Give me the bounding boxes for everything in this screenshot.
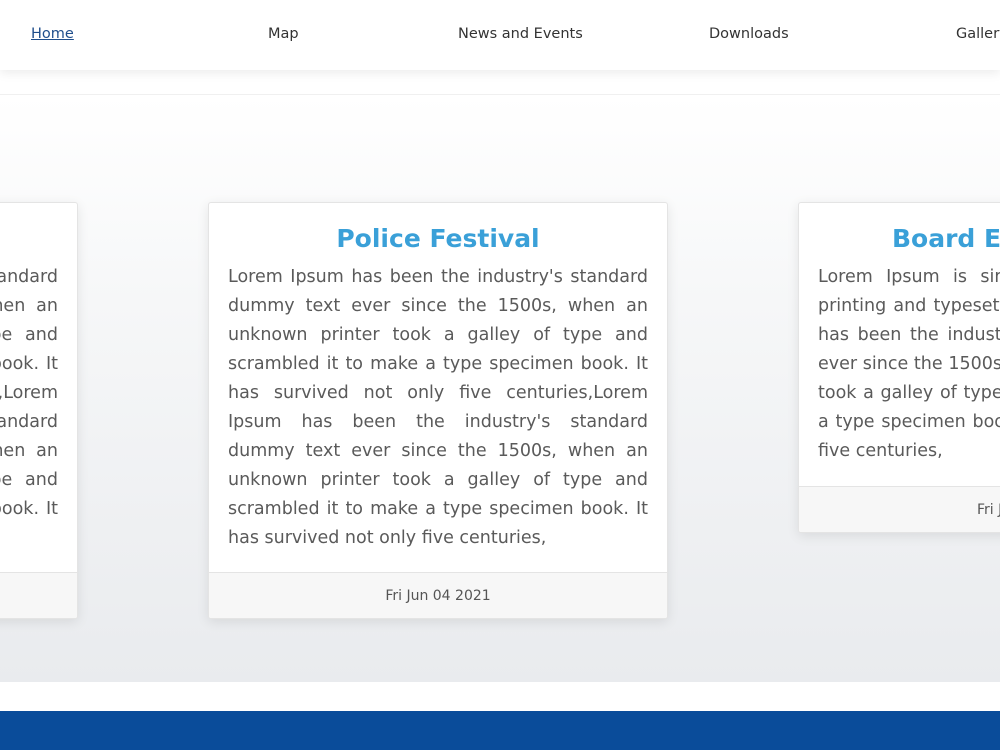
site-footer [0, 711, 1000, 750]
news-carousel: Lorem Ipsum has been the industry's stan… [0, 95, 1000, 682]
news-card-body: Lorem Ipsum has been the industry's stan… [228, 267, 648, 548]
top-navigation: Home Map News and Events Downloads Galle… [0, 0, 1000, 70]
nav-link-home[interactable]: Home [31, 26, 74, 42]
nav-link-news-and-events[interactable]: News and Events [458, 26, 583, 42]
nav-link-downloads[interactable]: Downloads [709, 26, 789, 42]
news-card-body: Lorem Ipsum is simply dummy text of the … [818, 267, 1000, 461]
news-card-title: Board Exa [892, 224, 1000, 253]
news-card-left[interactable]: Lorem Ipsum has been the industry's stan… [0, 202, 78, 619]
news-card-police-festival[interactable]: Police Festival Lorem Ipsum has been the… [208, 202, 668, 619]
news-card-date [0, 572, 77, 618]
nav-link-map[interactable]: Map [268, 26, 299, 42]
news-card-title: Police Festival [336, 224, 540, 253]
news-card-date: Fri Jun 04 2021 [209, 572, 667, 618]
news-card-date: Fri J [799, 486, 1000, 532]
news-card-body: Lorem Ipsum has been the industry's stan… [0, 267, 58, 519]
news-card-title [0, 223, 77, 255]
news-card-board-exam[interactable]: Board Exa Lorem Ipsum is simply dummy te… [798, 202, 1000, 533]
nav-link-gallery[interactable]: Gallery [956, 26, 1000, 42]
